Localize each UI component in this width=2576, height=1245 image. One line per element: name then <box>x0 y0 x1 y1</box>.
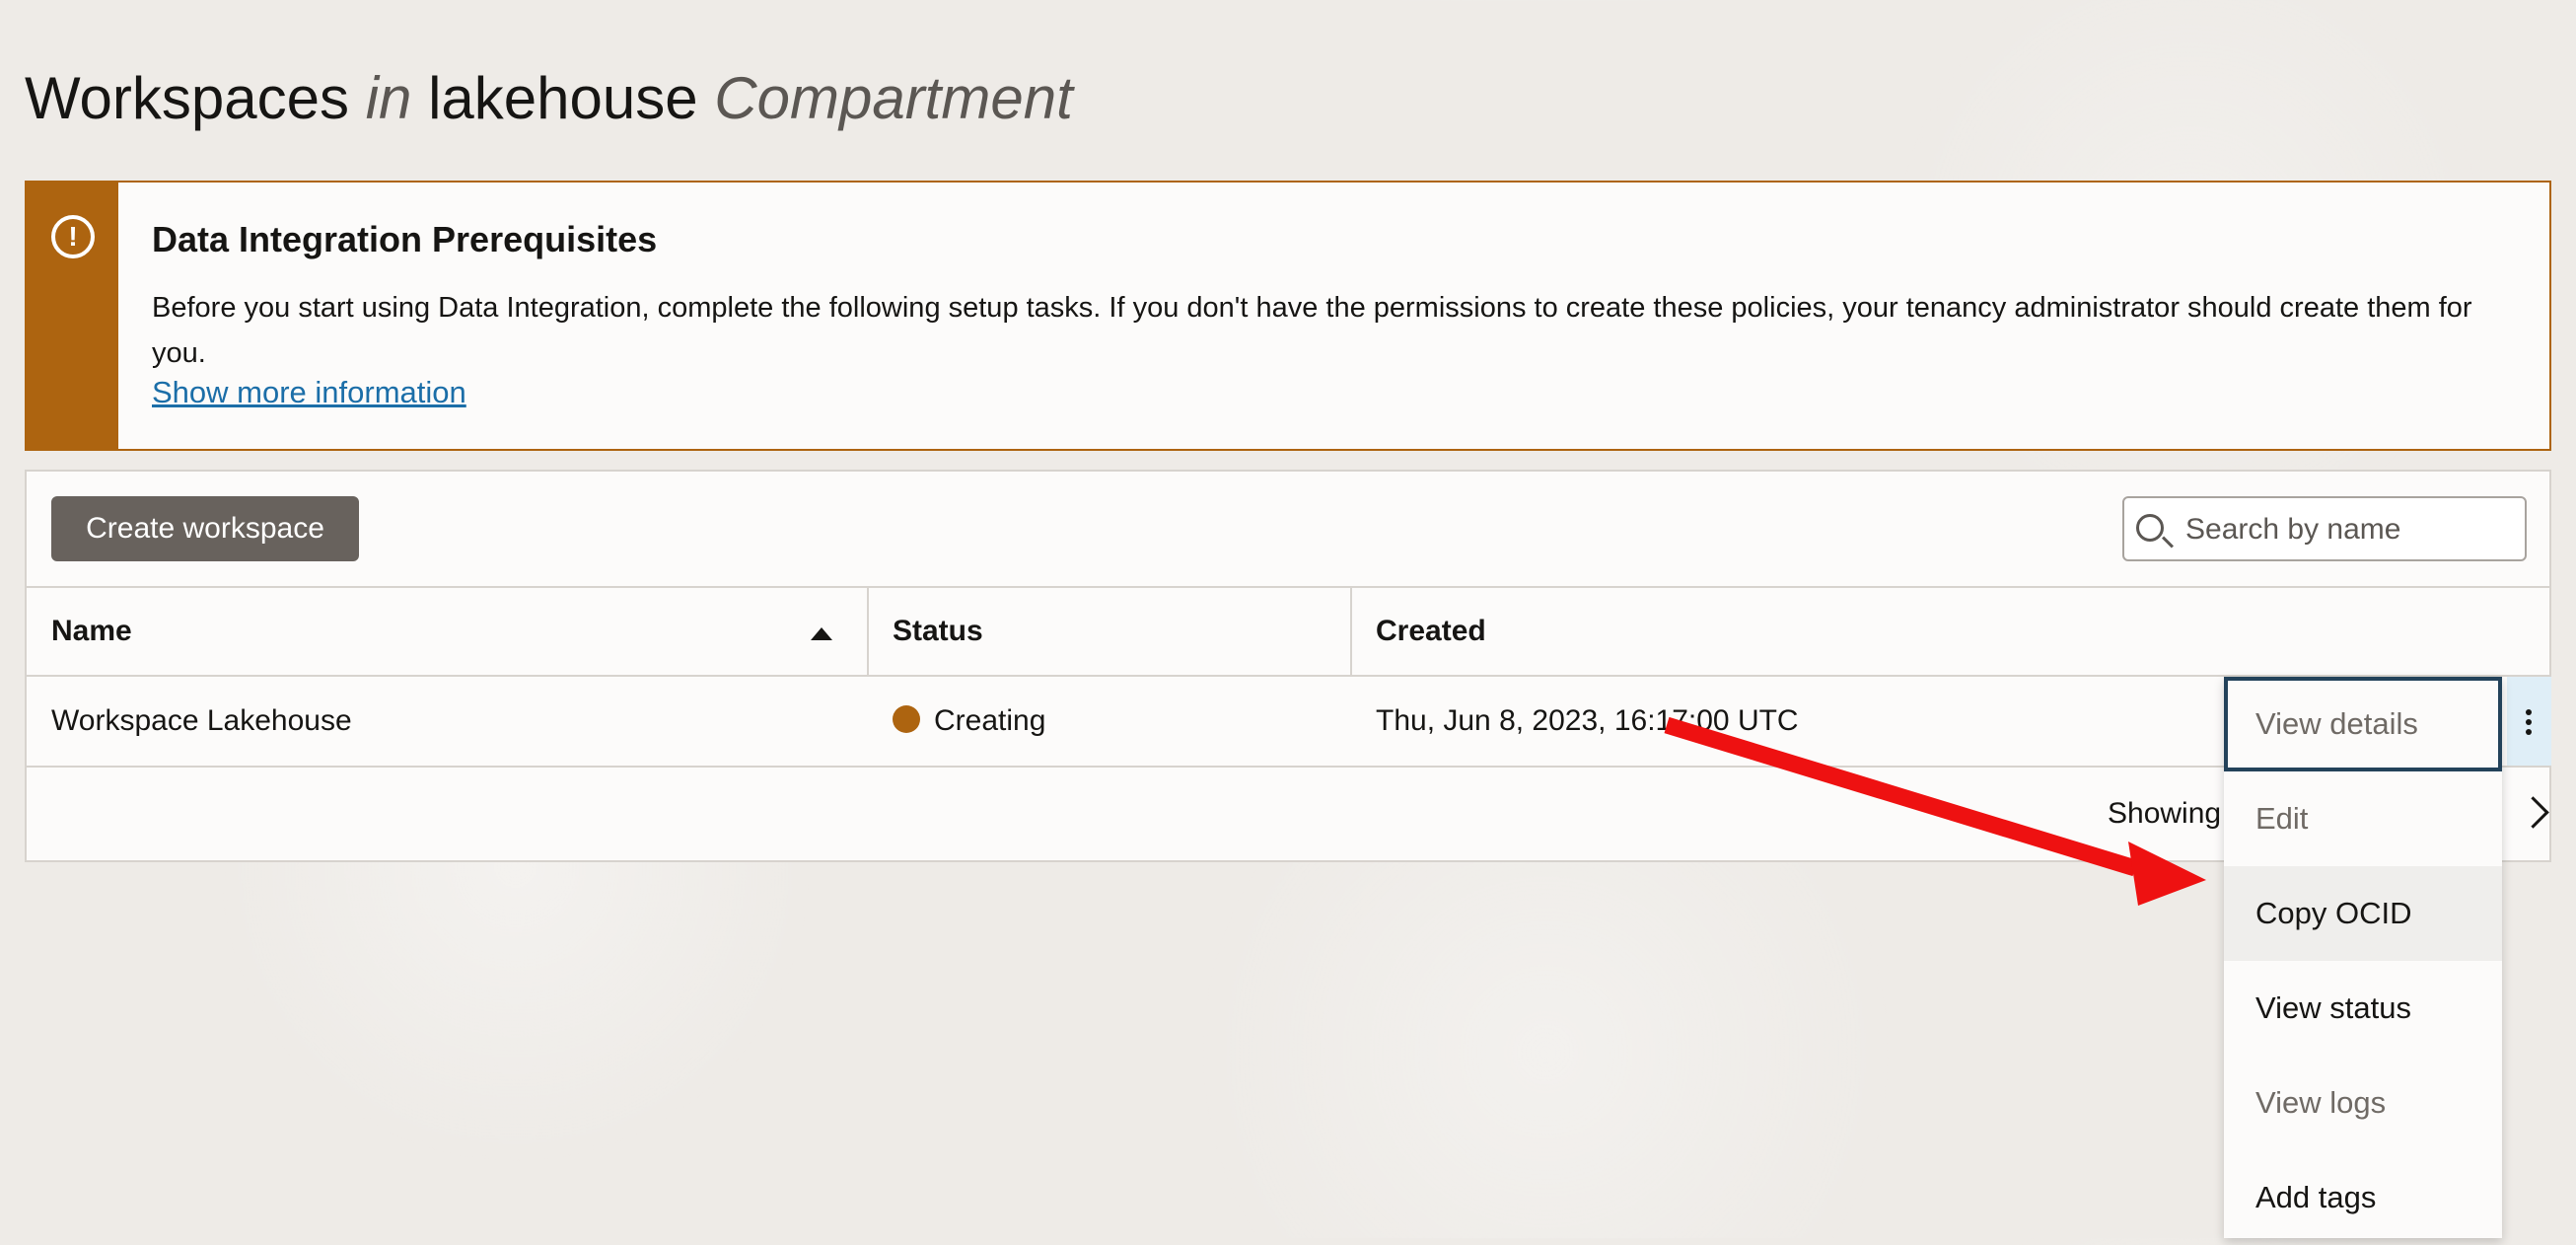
title-prefix: Workspaces <box>25 65 350 131</box>
workspaces-table-panel: Create workspace Name Status Created Wor… <box>25 470 2551 862</box>
column-header-name[interactable]: Name <box>51 588 132 675</box>
column-divider[interactable] <box>1350 588 1352 675</box>
table-header: Name Status Created <box>27 586 2549 677</box>
title-in: in <box>365 65 412 131</box>
status-cell: Creating <box>893 677 1045 766</box>
status-dot-icon <box>893 705 920 734</box>
compartment-name: lakehouse <box>428 65 698 131</box>
pagination-status: Showing <box>2108 797 2222 830</box>
table-row: Workspace Lakehouse Creating Thu, Jun 8,… <box>27 677 2551 768</box>
menu-item-view-status[interactable]: View status <box>2224 961 2502 1056</box>
banner-body: Before you start using Data Integration,… <box>152 292 2472 369</box>
show-more-information-link[interactable]: Show more information <box>152 375 466 410</box>
banner-stripe: ! <box>27 183 118 449</box>
search-input[interactable] <box>2183 506 2513 553</box>
menu-item-view-details[interactable]: View details <box>2224 677 2502 771</box>
next-page-chevron-icon[interactable] <box>2517 796 2549 829</box>
column-divider[interactable] <box>867 588 869 675</box>
search-box[interactable] <box>2122 496 2527 561</box>
column-header-status[interactable]: Status <box>893 588 983 675</box>
search-icon <box>2136 514 2164 542</box>
banner-title: Data Integration Prerequisites <box>152 219 658 259</box>
menu-item-edit[interactable]: Edit <box>2224 771 2502 866</box>
sort-ascending-icon[interactable] <box>811 627 832 640</box>
status-label: Creating <box>934 704 1046 737</box>
warning-circle-icon: ! <box>51 215 95 258</box>
page-title: Workspaces in lakehouse Compartment <box>25 61 1073 136</box>
workspace-name-link[interactable]: Workspace Lakehouse <box>51 677 352 766</box>
row-actions-menu-icon[interactable] <box>2507 677 2551 766</box>
menu-item-add-tags[interactable]: Add tags <box>2224 1150 2502 1245</box>
prerequisites-banner: ! Data Integration Prerequisites Before … <box>25 181 2551 451</box>
created-cell: Thu, Jun 8, 2023, 16:17:00 UTC <box>1376 704 1799 737</box>
column-header-created[interactable]: Created <box>1376 588 1486 675</box>
create-workspace-button[interactable]: Create workspace <box>51 496 359 561</box>
row-actions-menu: View details Edit Copy OCID View status … <box>2224 677 2502 1238</box>
title-suffix: Compartment <box>714 65 1073 131</box>
menu-item-view-logs[interactable]: View logs <box>2224 1056 2502 1150</box>
menu-item-copy-ocid[interactable]: Copy OCID <box>2224 866 2502 961</box>
